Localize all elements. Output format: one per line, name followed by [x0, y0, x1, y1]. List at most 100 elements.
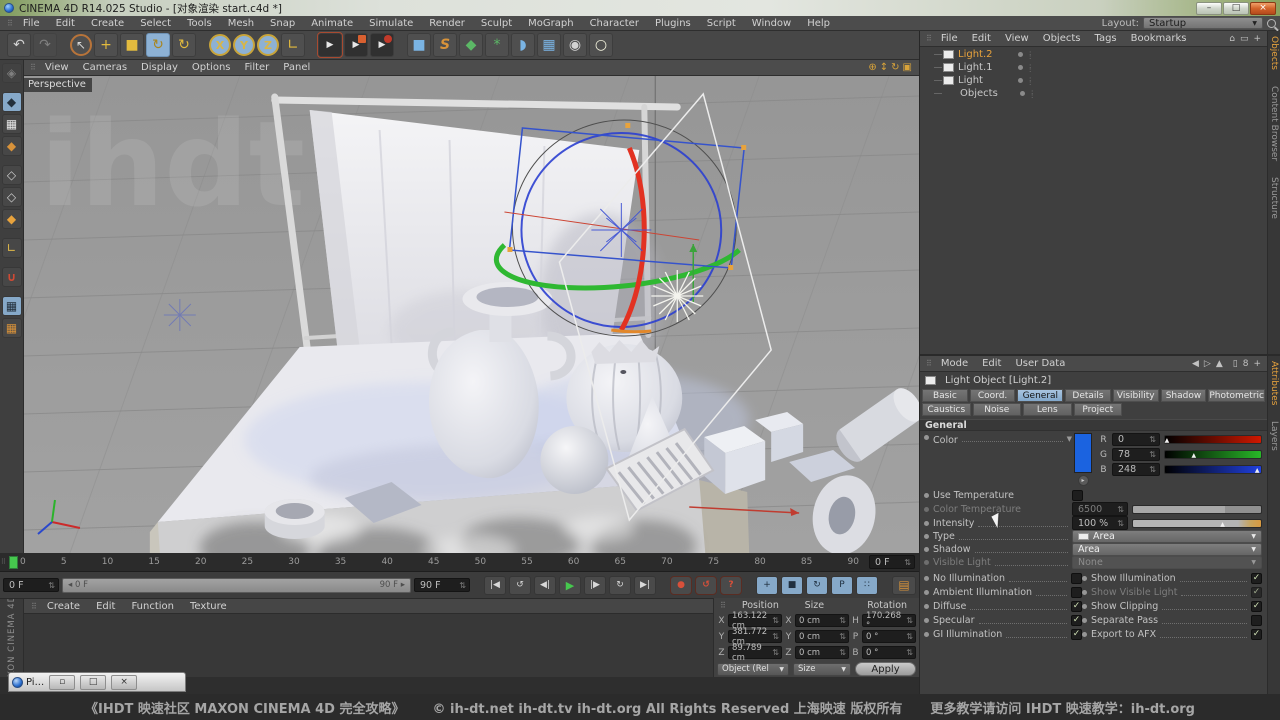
add-environment-icon[interactable]: ▦: [537, 33, 561, 57]
attribute-tab[interactable]: Details: [1065, 389, 1111, 402]
rotate-view-icon[interactable]: ↻: [891, 62, 899, 73]
menu-item[interactable]: Character: [582, 18, 647, 29]
lock-z-icon[interactable]: Z: [257, 34, 279, 56]
axis-mode-icon[interactable]: ∟: [1, 238, 22, 258]
add-light-icon[interactable]: ○: [589, 33, 613, 57]
apply-button[interactable]: Apply: [855, 662, 916, 676]
object-name[interactable]: Light.1: [958, 62, 1010, 73]
panel-side-tab[interactable]: Attributes: [1269, 361, 1279, 405]
channel-slider[interactable]: ▲: [1164, 465, 1262, 474]
make-editable-icon[interactable]: ◈: [1, 63, 22, 83]
add-modeling-icon[interactable]: *: [485, 33, 509, 57]
toggle-checkbox[interactable]: [1071, 600, 1082, 612]
toggle-checkbox[interactable]: [1071, 628, 1082, 640]
object-manager-menu-item[interactable]: Tags: [1087, 33, 1123, 44]
snap-workplane-icon[interactable]: ▦: [1, 318, 22, 338]
menu-item[interactable]: Help: [799, 18, 838, 29]
use-temperature-checkbox[interactable]: [1072, 490, 1083, 501]
attribute-tab[interactable]: Photometric: [1208, 389, 1265, 402]
workplane-mode-icon[interactable]: ◆: [1, 136, 22, 156]
add-spline-icon[interactable]: S: [433, 33, 457, 57]
go-end-icon[interactable]: ▶|: [634, 575, 656, 595]
size-field[interactable]: 0 cm ⇅: [795, 646, 849, 659]
toggle-checkbox[interactable]: [1251, 586, 1262, 598]
coord-mode-select[interactable]: Object (Rel ▼: [717, 662, 789, 676]
back-arrow-icon[interactable]: ◀: [1192, 359, 1199, 369]
panel-side-tab[interactable]: Content Browser: [1269, 86, 1279, 161]
rotation-field[interactable]: 0 ° ⇅: [862, 630, 916, 643]
restore-button[interactable]: ▫: [49, 674, 76, 690]
lock-icon[interactable]: ▯: [1233, 359, 1238, 369]
add-cube-icon[interactable]: ■: [407, 33, 431, 57]
color-swatch[interactable]: [1074, 433, 1092, 473]
scale-icon[interactable]: ■: [120, 33, 144, 57]
panel-side-tab[interactable]: Objects: [1269, 36, 1279, 70]
maximize-button[interactable]: □: [80, 674, 107, 690]
coord-size-select[interactable]: Size ▼: [793, 662, 851, 676]
visibility-dots-icon[interactable]: ::: [1029, 49, 1031, 60]
visibility-dots-icon[interactable]: ::: [1029, 62, 1031, 73]
render-settings-icon[interactable]: ▶: [370, 33, 394, 57]
prev-frame-icon[interactable]: ◀|: [534, 575, 556, 595]
minimize-button[interactable]: –: [1196, 1, 1222, 15]
material-menu-item[interactable]: Function: [123, 601, 182, 612]
menu-item[interactable]: Plugins: [647, 18, 699, 29]
viewport-menu-item[interactable]: View: [38, 62, 76, 73]
viewport-menu-item[interactable]: Panel: [276, 62, 317, 73]
shadow-select[interactable]: Area ▼: [1072, 543, 1262, 556]
next-key-icon[interactable]: ↻: [609, 575, 631, 595]
maximize-button[interactable]: □: [1223, 1, 1249, 15]
add-camera-icon[interactable]: ◉: [563, 33, 587, 57]
menu-item[interactable]: Tools: [179, 18, 220, 29]
toggle-checkbox[interactable]: [1071, 614, 1082, 626]
attribute-tab[interactable]: Shadow: [1160, 389, 1207, 402]
toggle-checkbox[interactable]: [1071, 586, 1082, 598]
coord-system-icon[interactable]: ∟: [281, 33, 305, 57]
channel-slider[interactable]: ▲: [1164, 435, 1262, 444]
polygons-mode-icon[interactable]: ◆: [1, 209, 22, 229]
attribute-menu-item[interactable]: User Data: [1008, 358, 1072, 369]
menu-item[interactable]: Simulate: [361, 18, 421, 29]
viewport-menu-item[interactable]: Options: [185, 62, 238, 73]
rotate-icon[interactable]: ↻: [146, 33, 170, 57]
menu-item[interactable]: Render: [421, 18, 473, 29]
material-menu-item[interactable]: Create: [39, 601, 88, 612]
next-frame-icon[interactable]: |▶: [584, 575, 606, 595]
home-icon[interactable]: ⌂: [1229, 34, 1235, 44]
search-icon[interactable]: [1267, 18, 1276, 28]
menu-item[interactable]: Edit: [48, 18, 83, 29]
material-menu-item[interactable]: Edit: [88, 601, 123, 612]
minimized-window[interactable]: Pi... ▫ □ ×: [8, 672, 186, 692]
channel-value-field[interactable]: 248 ⇅: [1112, 463, 1160, 476]
channel-slider[interactable]: ▲: [1164, 450, 1262, 459]
layer-dot-icon[interactable]: [1018, 65, 1023, 70]
close-button[interactable]: ×: [111, 674, 138, 690]
key-position-icon[interactable]: +: [756, 575, 778, 595]
attribute-menu-item[interactable]: Mode: [934, 358, 975, 369]
current-frame-field[interactable]: 0 F ⇅: [869, 555, 915, 569]
size-field[interactable]: 0 cm ⇅: [795, 630, 849, 643]
viewport-menu-item[interactable]: Display: [134, 62, 185, 73]
live-selection-icon[interactable]: ↖: [70, 34, 92, 56]
intensity-slider[interactable]: ▲: [1132, 518, 1262, 528]
menu-item[interactable]: Window: [744, 18, 799, 29]
history-icon[interactable]: 8: [1243, 359, 1249, 369]
key-rotation-icon[interactable]: ↻: [806, 575, 828, 595]
layer-dot-icon[interactable]: [1018, 78, 1023, 83]
size-field[interactable]: 0 cm ⇅: [795, 614, 849, 627]
object-manager-menu-item[interactable]: File: [934, 33, 965, 44]
timeline-range-slider[interactable]: ◂ 0 F 90 F ▸: [62, 577, 411, 593]
keyframe-dot-icon[interactable]: [924, 435, 929, 440]
attribute-tab[interactable]: Coord.: [969, 389, 1016, 402]
attribute-tab[interactable]: Caustics: [922, 403, 971, 416]
prev-key-icon[interactable]: ↺: [509, 575, 531, 595]
intensity-field[interactable]: 100 % ⇅: [1072, 516, 1128, 530]
range-end-field[interactable]: 90 F ⇅: [414, 578, 470, 592]
menu-item[interactable]: Animate: [303, 18, 361, 29]
lock-x-icon[interactable]: X: [209, 34, 231, 56]
layer-dot-icon[interactable]: [1018, 52, 1023, 57]
undo-icon[interactable]: ↶: [7, 33, 31, 57]
color-temperature-field[interactable]: 6500 ⇅: [1072, 502, 1128, 516]
render-picture-viewer-icon[interactable]: ▶: [344, 33, 368, 57]
parent-arrow-icon[interactable]: ▲: [1216, 359, 1223, 369]
